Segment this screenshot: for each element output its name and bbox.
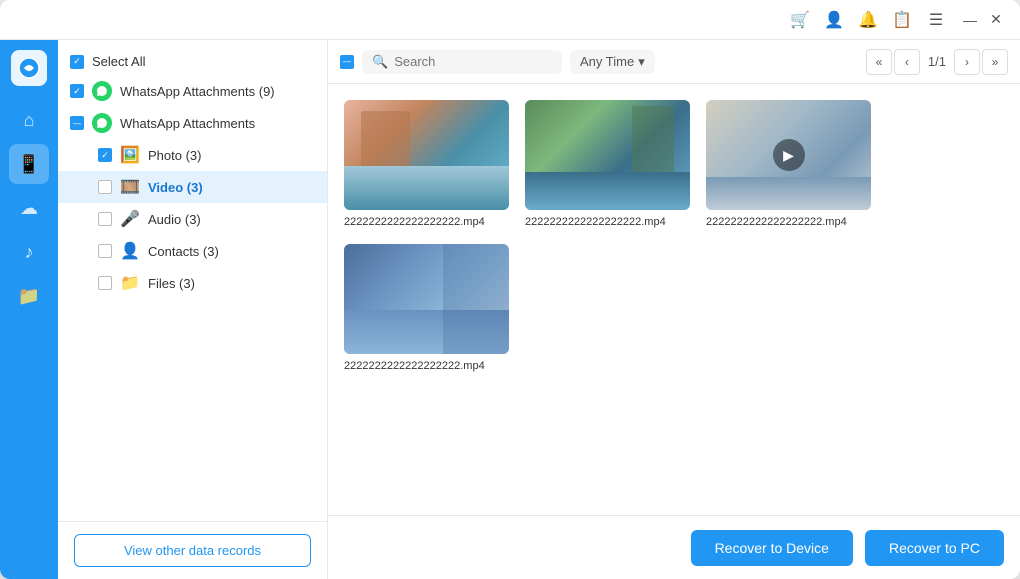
select-all-checkbox[interactable]	[70, 55, 84, 69]
video-grid: 2222222222222222222.mp4 2222222222222222…	[328, 84, 1020, 515]
chevron-down-icon: ▾	[638, 54, 645, 70]
video-filename-3: 2222222222222222222.mp4	[706, 216, 871, 228]
tree-content: Select All Wh	[58, 40, 327, 521]
view-other-button[interactable]: View other data records	[74, 534, 311, 567]
clipboard-icon[interactable]: 📋	[888, 6, 916, 34]
time-filter-dropdown[interactable]: Any Time ▾	[570, 50, 655, 74]
video-card-1[interactable]: 2222222222222222222.mp4	[344, 100, 509, 228]
tree-item-files[interactable]: 📁 Files (3)	[58, 267, 327, 299]
main-panel: 🔍 Any Time ▾ « ‹ 1/1 › »	[328, 40, 1020, 579]
time-filter-label: Any Time	[580, 54, 634, 69]
tree-item-audio[interactable]: 🎤 Audio (3)	[58, 203, 327, 235]
audio-checkbox[interactable]	[98, 212, 112, 226]
video-icon: 🎞️	[120, 177, 140, 197]
whatsapp-label: WhatsApp Attachments	[120, 116, 315, 131]
sidebar-left: ⌂ 📱 ☁ ♪ 📁	[0, 40, 58, 579]
video-filename-2: 2222222222222222222.mp4	[525, 216, 690, 228]
page-info: 1/1	[922, 54, 952, 69]
video-thumb-2	[525, 100, 690, 210]
video-thumb-1	[344, 100, 509, 210]
video-filename-4: 2222222222222222222.mp4	[344, 360, 509, 372]
tree-item-whatsapp[interactable]: WhatsApp Attachments	[58, 107, 327, 139]
photo-checkbox[interactable]	[98, 148, 112, 162]
contacts-icon: 👤	[120, 241, 140, 261]
files-checkbox[interactable]	[98, 276, 112, 290]
photo-icon: 🖼️	[120, 145, 140, 165]
minimize-button[interactable]: —	[958, 8, 982, 32]
first-page-button[interactable]: «	[866, 49, 892, 75]
device-icon: 📱	[18, 154, 40, 175]
photo-label: Photo (3)	[148, 148, 315, 163]
next-page-button[interactable]: ›	[954, 49, 980, 75]
search-input[interactable]	[394, 54, 552, 69]
video-thumb-3: ▶	[706, 100, 871, 210]
tree-item-whatsapp-9[interactable]: WhatsApp Attachments (9)	[58, 75, 327, 107]
tree-item-photo[interactable]: 🖼️ Photo (3)	[58, 139, 327, 171]
tree-item-contacts[interactable]: 👤 Contacts (3)	[58, 235, 327, 267]
cloud-icon: ☁	[20, 198, 38, 219]
sidebar-item-files[interactable]: 📁	[9, 276, 49, 316]
bottom-bar: Recover to Device Recover to PC	[328, 515, 1020, 579]
app-logo	[11, 50, 47, 86]
pagination: « ‹ 1/1 › »	[866, 49, 1008, 75]
window-controls: — ✕	[958, 8, 1008, 32]
titlebar-action-icons: 🛒 👤 🔔 📋 ☰	[786, 6, 950, 34]
select-all-item[interactable]: Select All	[58, 48, 327, 75]
files-icon: 📁	[120, 273, 140, 293]
whatsapp-checkbox[interactable]	[70, 116, 84, 130]
cart-icon[interactable]: 🛒	[786, 6, 814, 34]
main-layout: ⌂ 📱 ☁ ♪ 📁 Select	[0, 40, 1020, 579]
contacts-label: Contacts (3)	[148, 244, 315, 259]
sidebar-item-cloud[interactable]: ☁	[9, 188, 49, 228]
whatsapp-icon	[92, 81, 112, 101]
sidebar-item-music[interactable]: ♪	[9, 232, 49, 272]
video-label: Video (3)	[148, 180, 315, 195]
play-button-icon: ▶	[773, 139, 805, 171]
whatsapp-icon-2	[92, 113, 112, 133]
menu-icon[interactable]: ☰	[922, 6, 950, 34]
recover-pc-button[interactable]: Recover to PC	[865, 530, 1004, 566]
prev-page-button[interactable]: ‹	[894, 49, 920, 75]
titlebar: 🛒 👤 🔔 📋 ☰ — ✕	[0, 0, 1020, 40]
video-thumb-4	[344, 244, 509, 354]
video-filename-1: 2222222222222222222.mp4	[344, 216, 509, 228]
toolbar: 🔍 Any Time ▾ « ‹ 1/1 › »	[328, 40, 1020, 84]
audio-icon: 🎤	[120, 209, 140, 229]
content-area: Select All Wh	[58, 40, 1020, 579]
music-icon: ♪	[25, 242, 34, 263]
recover-device-button[interactable]: Recover to Device	[691, 530, 853, 566]
sidebar-item-home[interactable]: ⌂	[9, 100, 49, 140]
toolbar-select-checkbox[interactable]	[340, 55, 354, 69]
search-box: 🔍	[362, 50, 562, 74]
files-label: Files (3)	[148, 276, 315, 291]
user-icon[interactable]: 👤	[820, 6, 848, 34]
tree-panel: Select All Wh	[58, 40, 328, 579]
audio-label: Audio (3)	[148, 212, 315, 227]
home-icon: ⌂	[24, 110, 35, 131]
video-checkbox[interactable]	[98, 180, 112, 194]
last-page-button[interactable]: »	[982, 49, 1008, 75]
whatsapp-9-checkbox[interactable]	[70, 84, 84, 98]
close-button[interactable]: ✕	[984, 8, 1008, 32]
tree-item-video[interactable]: 🎞️ Video (3)	[58, 171, 327, 203]
whatsapp-9-label: WhatsApp Attachments (9)	[120, 84, 315, 99]
sidebar-item-device[interactable]: 📱	[9, 144, 49, 184]
video-card-3[interactable]: ▶ 2222222222222222222.mp4	[706, 100, 871, 228]
video-card-2[interactable]: 2222222222222222222.mp4	[525, 100, 690, 228]
contacts-checkbox[interactable]	[98, 244, 112, 258]
tree-footer: View other data records	[58, 521, 327, 579]
logo-icon	[11, 50, 47, 86]
main-window: 🛒 👤 🔔 📋 ☰ — ✕ ⌂	[0, 0, 1020, 579]
folder-icon: 📁	[18, 286, 40, 307]
bell-icon[interactable]: 🔔	[854, 6, 882, 34]
video-card-4[interactable]: 2222222222222222222.mp4	[344, 244, 509, 372]
search-icon: 🔍	[372, 54, 388, 70]
select-all-label: Select All	[92, 54, 315, 69]
